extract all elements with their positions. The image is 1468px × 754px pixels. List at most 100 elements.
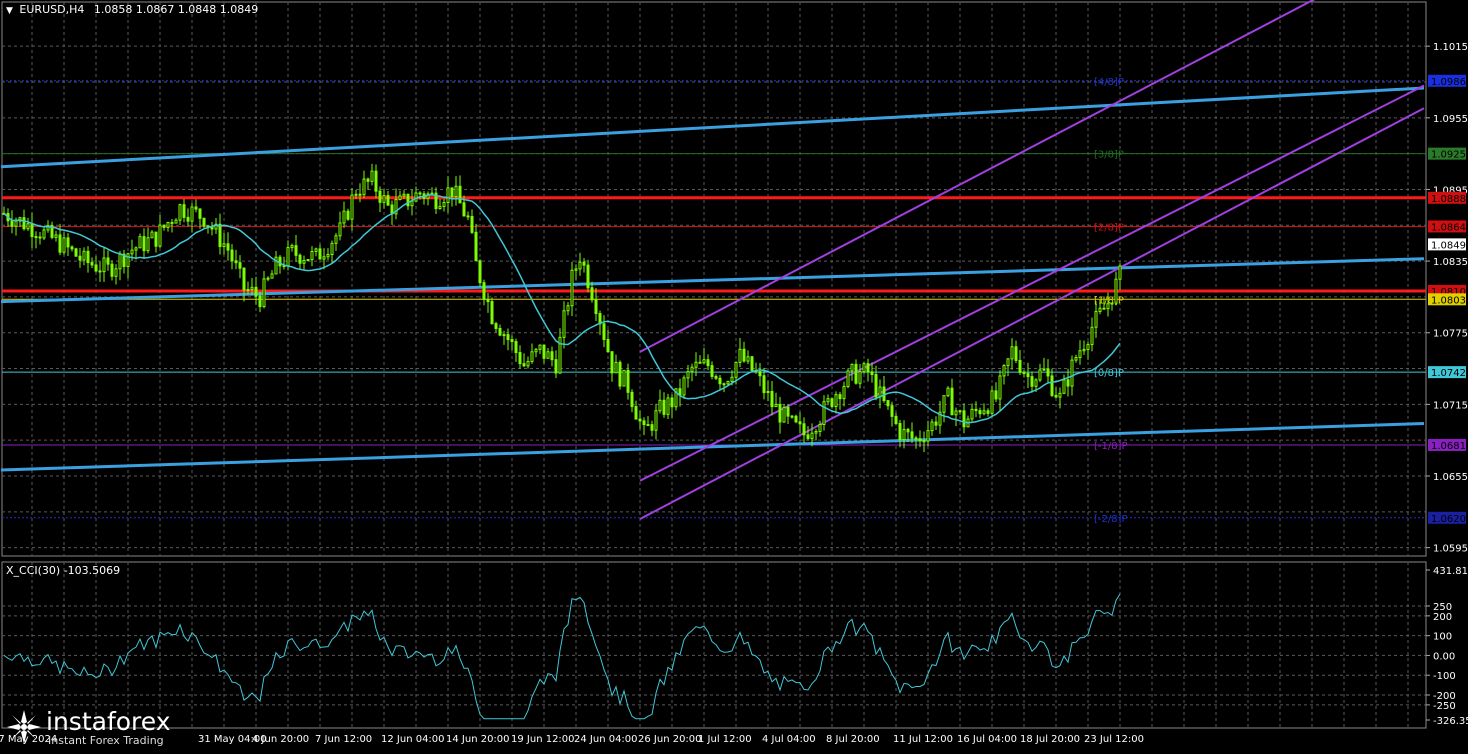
candle-body <box>1010 346 1014 360</box>
price-tick-label: 1.1015 <box>1433 42 1468 53</box>
candle-body <box>850 363 854 372</box>
candle-body <box>78 255 82 261</box>
candle-body <box>94 264 98 272</box>
price-tick-label: 1.0955 <box>1433 114 1468 125</box>
candle-body <box>478 260 482 284</box>
candle-body <box>26 223 30 230</box>
candle-body <box>778 403 782 423</box>
cci-tick-label: 431.8158 <box>1433 566 1468 577</box>
candle-body <box>574 268 578 271</box>
candle-body <box>438 205 442 210</box>
logo-brand-text: instaforex <box>46 707 171 736</box>
candle-body <box>898 422 902 441</box>
price-tick-label: 1.0595 <box>1433 544 1468 555</box>
candle-body <box>1002 365 1006 377</box>
candle-body <box>246 288 250 291</box>
time-axis-label: 12 Jun 04:00 <box>381 734 445 745</box>
candle-body <box>114 268 118 277</box>
candle-body <box>1022 371 1026 375</box>
candle-body <box>142 236 146 252</box>
candle-body <box>134 247 138 251</box>
candle-body <box>398 195 402 201</box>
candle-body <box>970 408 974 420</box>
candle-body <box>874 374 878 398</box>
candle-body <box>130 249 134 255</box>
candle-body <box>350 194 354 220</box>
cci-indicator-header: X_CCI(30) -103.5069 <box>6 564 121 577</box>
candle-body <box>694 361 698 368</box>
candle-body <box>774 403 778 408</box>
candle-body <box>594 299 598 315</box>
candle-body <box>814 430 818 434</box>
candle-body <box>646 424 650 427</box>
candle-body <box>930 421 934 432</box>
candle-body <box>530 351 534 362</box>
candle-body <box>986 410 990 414</box>
price-tick-label: 1.0775 <box>1433 329 1468 340</box>
candle-body <box>370 170 374 182</box>
candle-body <box>810 432 814 439</box>
candle-body <box>554 359 558 374</box>
candle-body <box>410 200 414 207</box>
candle-body <box>602 323 606 341</box>
time-axis-label: 16 Jul 04:00 <box>957 734 1017 745</box>
cci-line <box>3 593 1121 720</box>
candle-body <box>606 339 610 353</box>
candle-body <box>454 185 458 198</box>
candle-body <box>86 250 90 264</box>
candle-body <box>590 287 594 301</box>
candle-body <box>382 195 386 203</box>
candle-body <box>834 394 838 407</box>
candle-body <box>102 257 106 273</box>
dropdown-triangle-icon[interactable]: ▼ <box>6 6 13 16</box>
candle-body <box>490 301 494 325</box>
candle-body <box>878 386 882 398</box>
candle-body <box>950 387 954 416</box>
candle-body <box>358 193 362 196</box>
candle-body <box>678 388 682 396</box>
candle-body <box>922 440 926 443</box>
candle-body <box>74 248 78 257</box>
candle-body <box>542 344 546 359</box>
candle-body <box>622 369 626 387</box>
candle-body <box>766 390 770 394</box>
chart-canvas[interactable]: 1.10151.09551.08951.08351.07751.07151.06… <box>0 0 1468 750</box>
price-label-text: 1.0925 <box>1431 150 1466 161</box>
candle-body <box>162 224 166 228</box>
candle-body <box>654 410 658 431</box>
candle-body <box>198 208 202 219</box>
candle-body <box>738 348 742 363</box>
candle-body <box>962 410 966 428</box>
chart-window[interactable]: 1.1015 1.0955 1.0895 1.0835 1.0775 1.0715 1.06… <box>0 0 1468 750</box>
candle-body <box>218 223 222 248</box>
candle-body <box>54 234 58 238</box>
candle-body <box>726 380 730 385</box>
time-axis-label: 19 Jun 12:00 <box>511 734 575 745</box>
candle-body <box>1110 302 1114 305</box>
candle-body <box>786 406 790 417</box>
candle-body <box>150 231 154 239</box>
candle-body <box>946 387 950 397</box>
candle-body <box>258 295 262 308</box>
price-label-text: 1.0888 <box>1431 194 1466 205</box>
candle-body <box>806 434 810 439</box>
candle-body <box>502 334 506 337</box>
candle-body <box>262 278 266 308</box>
candle-body <box>998 375 1002 400</box>
candle-body <box>158 224 162 247</box>
price-label-text: 1.0986 <box>1431 77 1466 88</box>
candle-body <box>190 206 194 222</box>
instaforex-logo: instaforex Instant Forex Trading <box>4 705 180 749</box>
murrey-level-label: [3/8]P <box>1094 150 1124 161</box>
candle-body <box>342 210 346 224</box>
candle-body <box>794 415 798 423</box>
time-axis-label: 23 Jul 12:00 <box>1084 734 1144 745</box>
candle-body <box>662 399 666 415</box>
candle-body <box>286 247 290 267</box>
instaforex-logo-icon <box>7 710 41 744</box>
murrey-level-label: [2/8]P <box>1094 222 1124 233</box>
candle-body <box>862 363 866 373</box>
candle-body <box>354 193 358 196</box>
time-axis-label: 1 Jul 12:00 <box>698 734 752 745</box>
purple-channel-line <box>639 107 1425 520</box>
